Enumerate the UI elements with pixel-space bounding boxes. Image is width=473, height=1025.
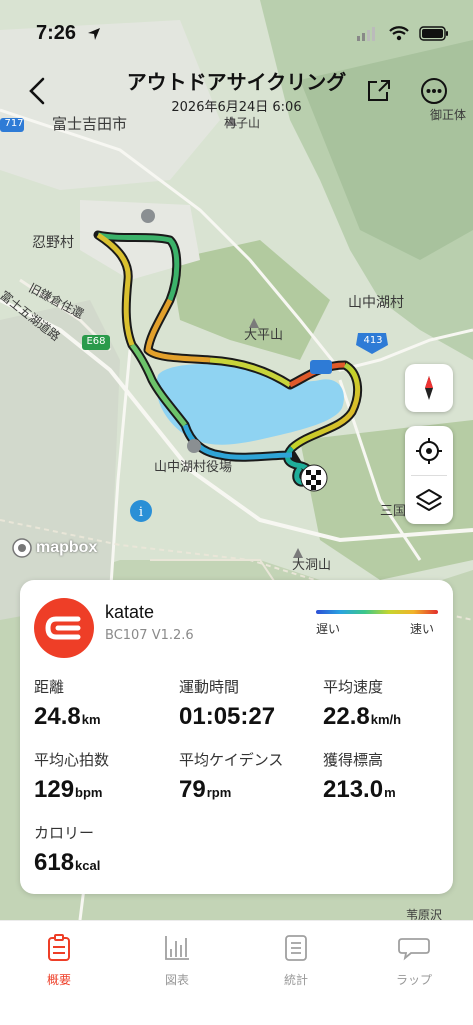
map-tools-panel — [405, 426, 453, 524]
route-e68-label: E68 — [86, 336, 106, 347]
map-label-ohorayama: 大洞山 — [292, 558, 332, 573]
layers-icon[interactable] — [405, 476, 453, 524]
stat-calories: カロリー 618kcal — [34, 822, 100, 877]
battery-icon — [419, 26, 448, 41]
stat-value: 129 — [34, 776, 75, 803]
list-icon — [285, 935, 307, 961]
more-options-icon[interactable] — [420, 77, 448, 105]
tab-label: ラップ — [395, 973, 432, 987]
share-icon[interactable] — [366, 78, 392, 104]
stat-avg-speed: 平均速度 22.8km/h — [323, 676, 401, 731]
device-name: katate — [105, 602, 155, 622]
tab-statistics[interactable]: 統計 — [251, 933, 341, 988]
tab-charts[interactable]: 図表 — [132, 933, 222, 988]
stat-value: 213.0 — [323, 776, 384, 803]
map-label-oshino: 忍野村 — [32, 235, 74, 251]
map-label-yamanakako-office: 山中湖村役場 — [154, 460, 233, 475]
stat-value: 24.8 — [34, 703, 81, 730]
compass-button[interactable] — [405, 364, 453, 412]
stat-value: 79 — [179, 776, 206, 803]
stat-label: 運動時間 — [179, 678, 240, 696]
chart-icon — [165, 936, 189, 960]
compass-icon — [425, 376, 433, 400]
stat-label: カロリー — [34, 824, 95, 842]
map-label-murakoyama: 杓子山 — [224, 116, 261, 130]
map-label-yamanakako-village: 山中湖村 — [348, 295, 404, 311]
stat-elevation-gain: 獲得標高 213.0m — [323, 749, 396, 804]
wifi-icon — [389, 26, 409, 41]
legend-slow-label: 遅い — [316, 622, 341, 636]
map-label-fujiyoshida: 富士吉田市 — [52, 115, 128, 133]
stat-unit: rpm — [206, 785, 232, 800]
stat-avg-heart-rate: 平均心拍数 129bpm — [34, 749, 109, 804]
stat-label: 距離 — [34, 678, 65, 696]
map-label-ohirayama: 大平山 — [244, 328, 284, 343]
legend-fast-label: 速い — [410, 622, 435, 636]
tab-laps[interactable]: ラップ — [369, 933, 459, 988]
mapbox-logo-icon — [12, 538, 32, 558]
stat-unit: km/h — [370, 712, 402, 727]
bottom-tab-bar: 概要 図表 統計 ラップ — [0, 920, 473, 1025]
location-arrow-icon — [88, 28, 100, 40]
stat-unit: m — [384, 785, 396, 800]
tab-label: 統計 — [283, 973, 308, 987]
tab-label: 概要 — [46, 973, 71, 987]
finish-flag-icon — [300, 464, 328, 492]
stat-unit: km — [81, 712, 101, 727]
stat-distance: 距離 24.8km — [34, 676, 101, 731]
stat-duration: 運動時間 01:05:27 — [179, 676, 276, 731]
mapbox-attribution[interactable]: mapbox — [12, 538, 97, 558]
stat-label: 平均心拍数 — [34, 751, 110, 769]
tab-summary[interactable]: 概要 — [14, 933, 104, 988]
cellular-signal-icon — [357, 27, 375, 41]
activity-datetime: 2026年6月24日 6:06 — [171, 100, 302, 115]
stat-unit: bpm — [75, 785, 103, 800]
mapbox-label: mapbox — [36, 539, 98, 556]
lap-icon — [398, 938, 430, 961]
stat-label: 獲得標高 — [323, 751, 384, 769]
route-717-label: 717 — [4, 118, 24, 129]
stat-unit: kcal — [75, 858, 101, 873]
stat-label: 平均ケイデンス — [179, 751, 284, 769]
map-label-mikuni: 三国 — [380, 504, 407, 519]
page-title: アウトドアサイクリング — [126, 72, 347, 94]
summary-card: katate BC107 V1.2.6 遅い 速い 距離 24.8km 運動時間… — [20, 580, 453, 894]
stat-value: 01:05:27 — [179, 703, 276, 730]
stat-value: 618 — [34, 849, 75, 876]
svg-text:i: i — [139, 505, 143, 520]
brand-logo-icon — [34, 598, 94, 658]
status-bar: 7:26 — [0, 0, 473, 60]
locate-icon[interactable] — [405, 426, 453, 475]
status-time: 7:26 — [36, 22, 77, 44]
route-413-label: 413 — [363, 335, 383, 346]
device-model: BC107 V1.2.6 — [105, 628, 194, 643]
tab-label: 図表 — [164, 973, 189, 987]
stat-value: 22.8 — [323, 703, 370, 730]
stat-avg-cadence: 平均ケイデンス 79rpm — [179, 749, 283, 804]
summary-icon — [48, 934, 70, 961]
speed-legend-bar — [316, 610, 438, 614]
stat-label: 平均速度 — [323, 678, 384, 696]
